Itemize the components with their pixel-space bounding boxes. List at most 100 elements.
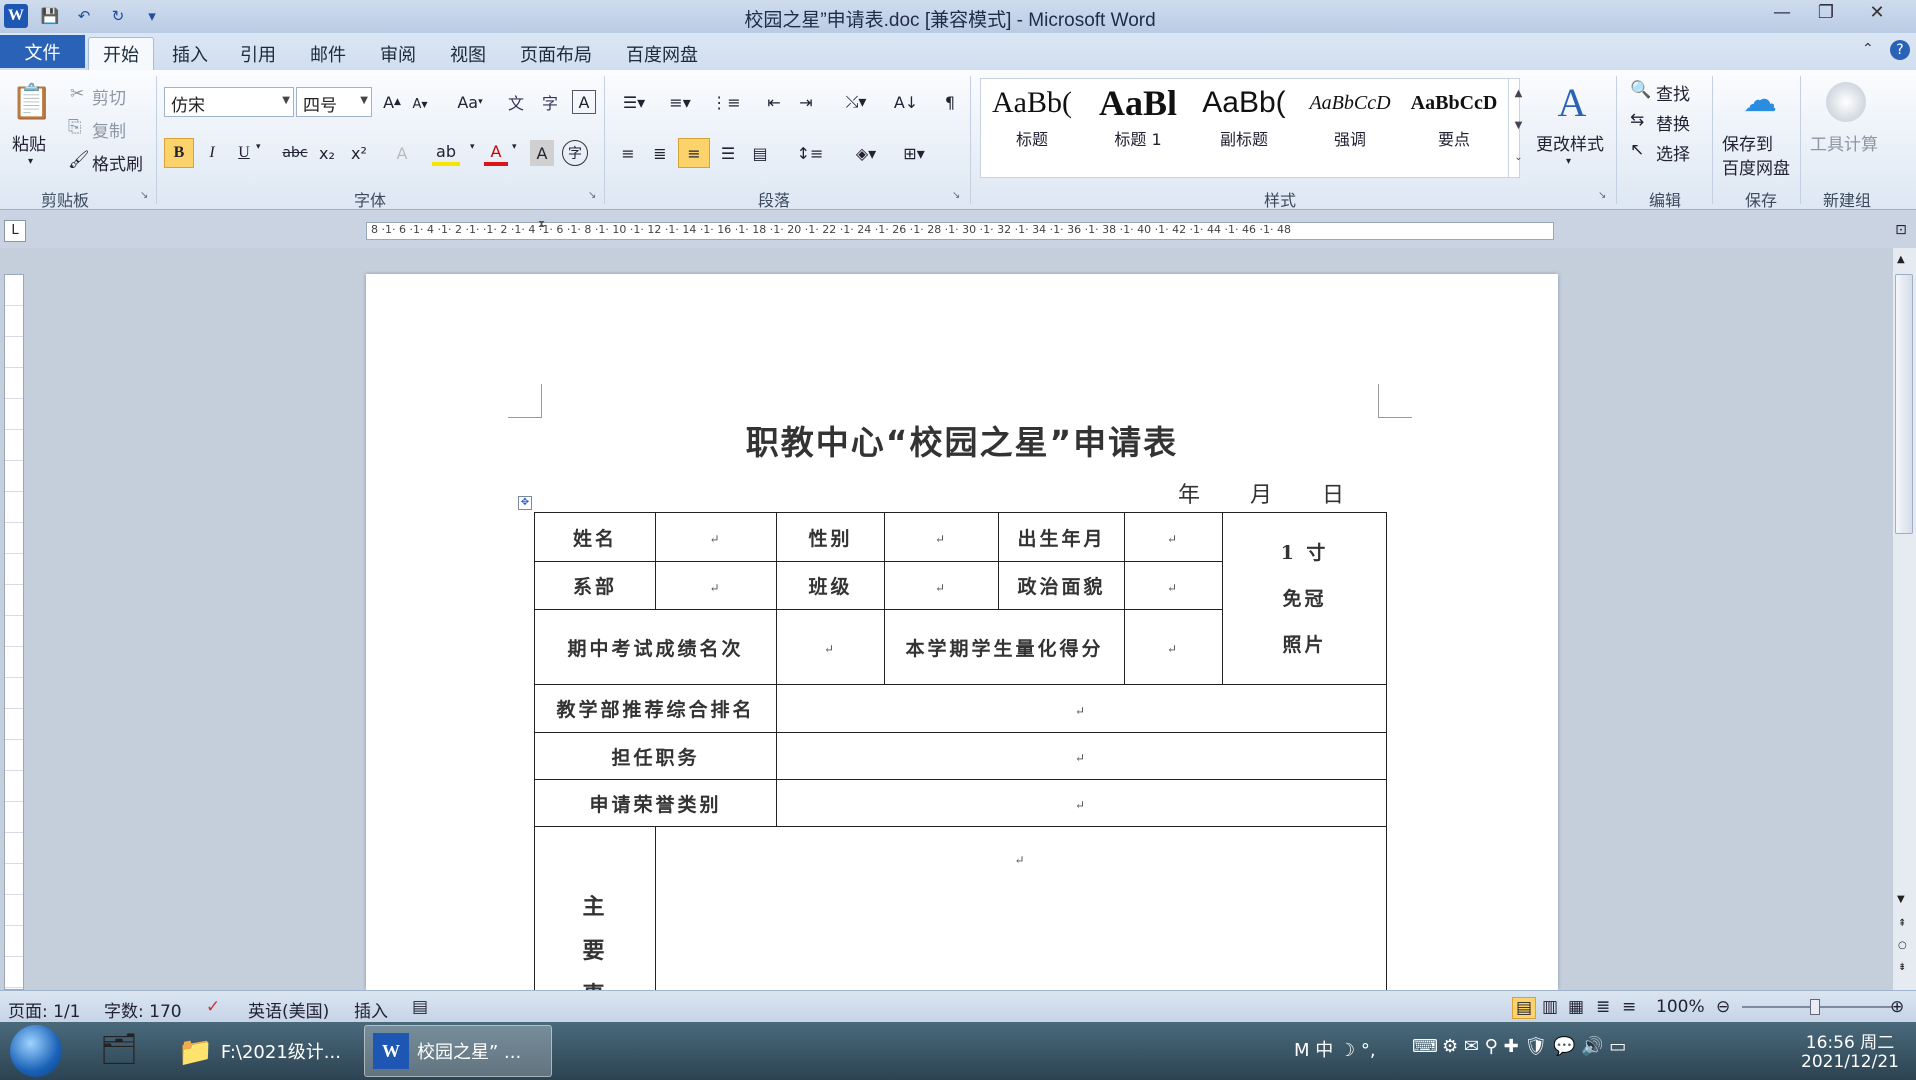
highlight-icon[interactable]: ab	[432, 140, 460, 166]
value-gender[interactable]: ↵	[884, 512, 999, 562]
value-quant-score[interactable]: ↵	[1124, 609, 1223, 685]
tab-home[interactable]: 开始	[88, 37, 154, 70]
document-title[interactable]: 职教中心“校园之星”申请表	[366, 416, 1558, 464]
clock-time[interactable]: 16:56 周二	[1800, 1028, 1900, 1053]
styles-scroll[interactable]: ▲ ▼ ⌄	[1508, 78, 1528, 178]
insert-mode[interactable]: 插入	[354, 997, 388, 1022]
customize-qat-icon[interactable]: ▾	[140, 5, 164, 27]
borders-icon[interactable]: ⊞▾	[894, 140, 934, 166]
bold-button[interactable]: B	[164, 138, 194, 168]
tab-mailings[interactable]: 邮件	[296, 37, 360, 70]
redo-icon[interactable]: ↻	[106, 5, 130, 27]
ime-icon[interactable]: M 中 ☽ °,	[1294, 1036, 1376, 1062]
value-main-deeds[interactable]: ↵	[655, 826, 1387, 990]
scroll-down-icon[interactable]: ▼	[1897, 894, 1905, 905]
select-button[interactable]: 选择	[1656, 140, 1690, 165]
font-color-dropdown-icon[interactable]: ▾	[512, 142, 517, 152]
clipboard-launcher-icon[interactable]: ↘	[140, 190, 148, 201]
tools-calc-button[interactable]: 工具计算	[1810, 130, 1878, 155]
change-case-button[interactable]: Aa ▾	[452, 90, 488, 114]
scroll-thumb[interactable]	[1895, 274, 1913, 534]
tab-selector[interactable]: L	[4, 220, 26, 242]
grow-font-icon[interactable]: A ▲	[380, 90, 404, 114]
vertical-ruler[interactable]	[4, 274, 24, 990]
copy-button[interactable]: 复制	[92, 117, 126, 142]
style-heading1[interactable]: AaBl 标题 1	[1086, 80, 1190, 164]
next-page-icon[interactable]: ⇟	[1898, 962, 1906, 973]
distribute-icon[interactable]: ▤	[746, 140, 774, 166]
change-styles-dropdown-icon[interactable]: ▾	[1566, 156, 1571, 167]
shrink-font-icon[interactable]: A ▼	[408, 92, 432, 116]
increase-indent-icon[interactable]: ⇥	[792, 90, 820, 114]
macro-icon[interactable]: ▤	[412, 997, 428, 1017]
bullets-icon[interactable]: ☰▾	[614, 90, 654, 114]
table-move-handle-icon[interactable]: ✥	[518, 496, 532, 510]
sort-icon[interactable]: A↓	[892, 90, 920, 114]
shading-icon[interactable]: ◈▾	[846, 140, 886, 166]
zoom-in-icon[interactable]: ⊕	[1890, 997, 1904, 1017]
tab-file[interactable]: 文件	[0, 35, 85, 68]
clock-date[interactable]: 2021/12/21	[1800, 1052, 1900, 1072]
enclose-char-icon[interactable]: 字	[562, 140, 588, 166]
tray-icons[interactable]: ⚙ ✉ ⚲ ✚ 🛡 💬 🔊 ▭	[1442, 1036, 1626, 1057]
full-screen-icon[interactable]: ▥	[1542, 997, 1558, 1017]
close-icon[interactable]: ✕	[1848, 0, 1906, 24]
tab-review[interactable]: 审阅	[366, 37, 430, 70]
font-size-combo[interactable]: 四号 ▼	[296, 87, 372, 117]
font-launcher-icon[interactable]: ↘	[588, 190, 596, 201]
word-count[interactable]: 字数: 170	[104, 997, 182, 1022]
tab-page-layout[interactable]: 页面布局	[506, 37, 606, 70]
value-politics[interactable]: ↵	[1124, 561, 1223, 610]
char-border-icon[interactable]: A	[572, 90, 596, 114]
date-line[interactable]: 年 月 日	[1178, 477, 1346, 509]
value-ranking[interactable]: ↵	[776, 684, 1387, 733]
paragraph-launcher-icon[interactable]: ↘	[952, 190, 960, 201]
start-button-icon[interactable]	[10, 1025, 62, 1077]
minimize-icon[interactable]: —	[1760, 0, 1804, 24]
view-ruler-icon[interactable]: ⊡	[1890, 222, 1912, 244]
draft-icon[interactable]: ≡	[1622, 997, 1636, 1017]
collapse-ribbon-icon[interactable]: ⌃	[1862, 41, 1874, 57]
highlight-dropdown-icon[interactable]: ▾	[470, 142, 475, 152]
undo-icon[interactable]: ↶	[72, 5, 96, 27]
document-page[interactable]: 职教中心“校园之星”申请表 年 月 日 ✥ 姓名 ↵ 性别 ↵ 出生年月 ↵ 1…	[366, 274, 1558, 990]
language[interactable]: 英语(美国)	[248, 997, 329, 1022]
align-center-icon[interactable]: ≣	[646, 140, 674, 166]
justify-icon[interactable]: ☰	[714, 140, 742, 166]
value-honor[interactable]: ↵	[776, 779, 1387, 827]
numbering-icon[interactable]: ≡▾	[660, 90, 700, 114]
paste-icon[interactable]: 📋	[8, 78, 56, 126]
find-button[interactable]: 查找	[1656, 80, 1690, 105]
print-layout-icon[interactable]: ▤	[1512, 997, 1537, 1019]
font-name-combo[interactable]: 仿宋 ▼	[164, 87, 294, 117]
word-logo-icon[interactable]: W	[4, 4, 28, 28]
align-left-icon[interactable]: ≡	[614, 140, 642, 166]
tab-view[interactable]: 视图	[436, 37, 500, 70]
italic-button[interactable]: I	[200, 140, 224, 166]
keyboard-icon[interactable]: ⌨	[1412, 1036, 1438, 1057]
clear-format-icon[interactable]: 字	[538, 90, 562, 114]
tab-references[interactable]: 引用	[226, 37, 290, 70]
show-marks-icon[interactable]: ¶	[936, 90, 964, 114]
style-strong[interactable]: AaBbCcD 要点	[1402, 80, 1506, 164]
multilevel-list-icon[interactable]: ⋮≡	[706, 90, 746, 114]
taskbar-explorer[interactable]: 📁 F:\2021级计...	[170, 1025, 360, 1077]
save-icon[interactable]: 💾	[38, 5, 62, 27]
value-name[interactable]: ↵	[655, 512, 777, 562]
chinese-layout-icon[interactable]: ⤯▾	[836, 90, 876, 114]
zoom-level[interactable]: 100%	[1656, 997, 1705, 1017]
line-spacing-icon[interactable]: ↕≡	[790, 140, 830, 166]
browse-object-icon[interactable]: ○	[1898, 940, 1907, 951]
web-layout-icon[interactable]: ▦	[1568, 997, 1584, 1017]
zoom-slider-thumb[interactable]	[1810, 999, 1820, 1015]
phonetic-guide-icon[interactable]: 文	[504, 90, 528, 114]
strikethrough-button[interactable]: abc	[280, 140, 310, 166]
prev-page-icon[interactable]: ⇞	[1898, 918, 1906, 929]
help-icon[interactable]: ?	[1890, 40, 1910, 60]
cut-button[interactable]: 剪切	[92, 84, 126, 109]
paste-button[interactable]: 粘贴	[12, 130, 46, 155]
save-to-baidu-button-line2[interactable]: 百度网盘	[1722, 154, 1790, 179]
value-dept[interactable]: ↵	[655, 561, 777, 610]
taskbar-folder-icon[interactable]: 🗂	[100, 1032, 138, 1067]
underline-button[interactable]: U	[232, 140, 256, 166]
